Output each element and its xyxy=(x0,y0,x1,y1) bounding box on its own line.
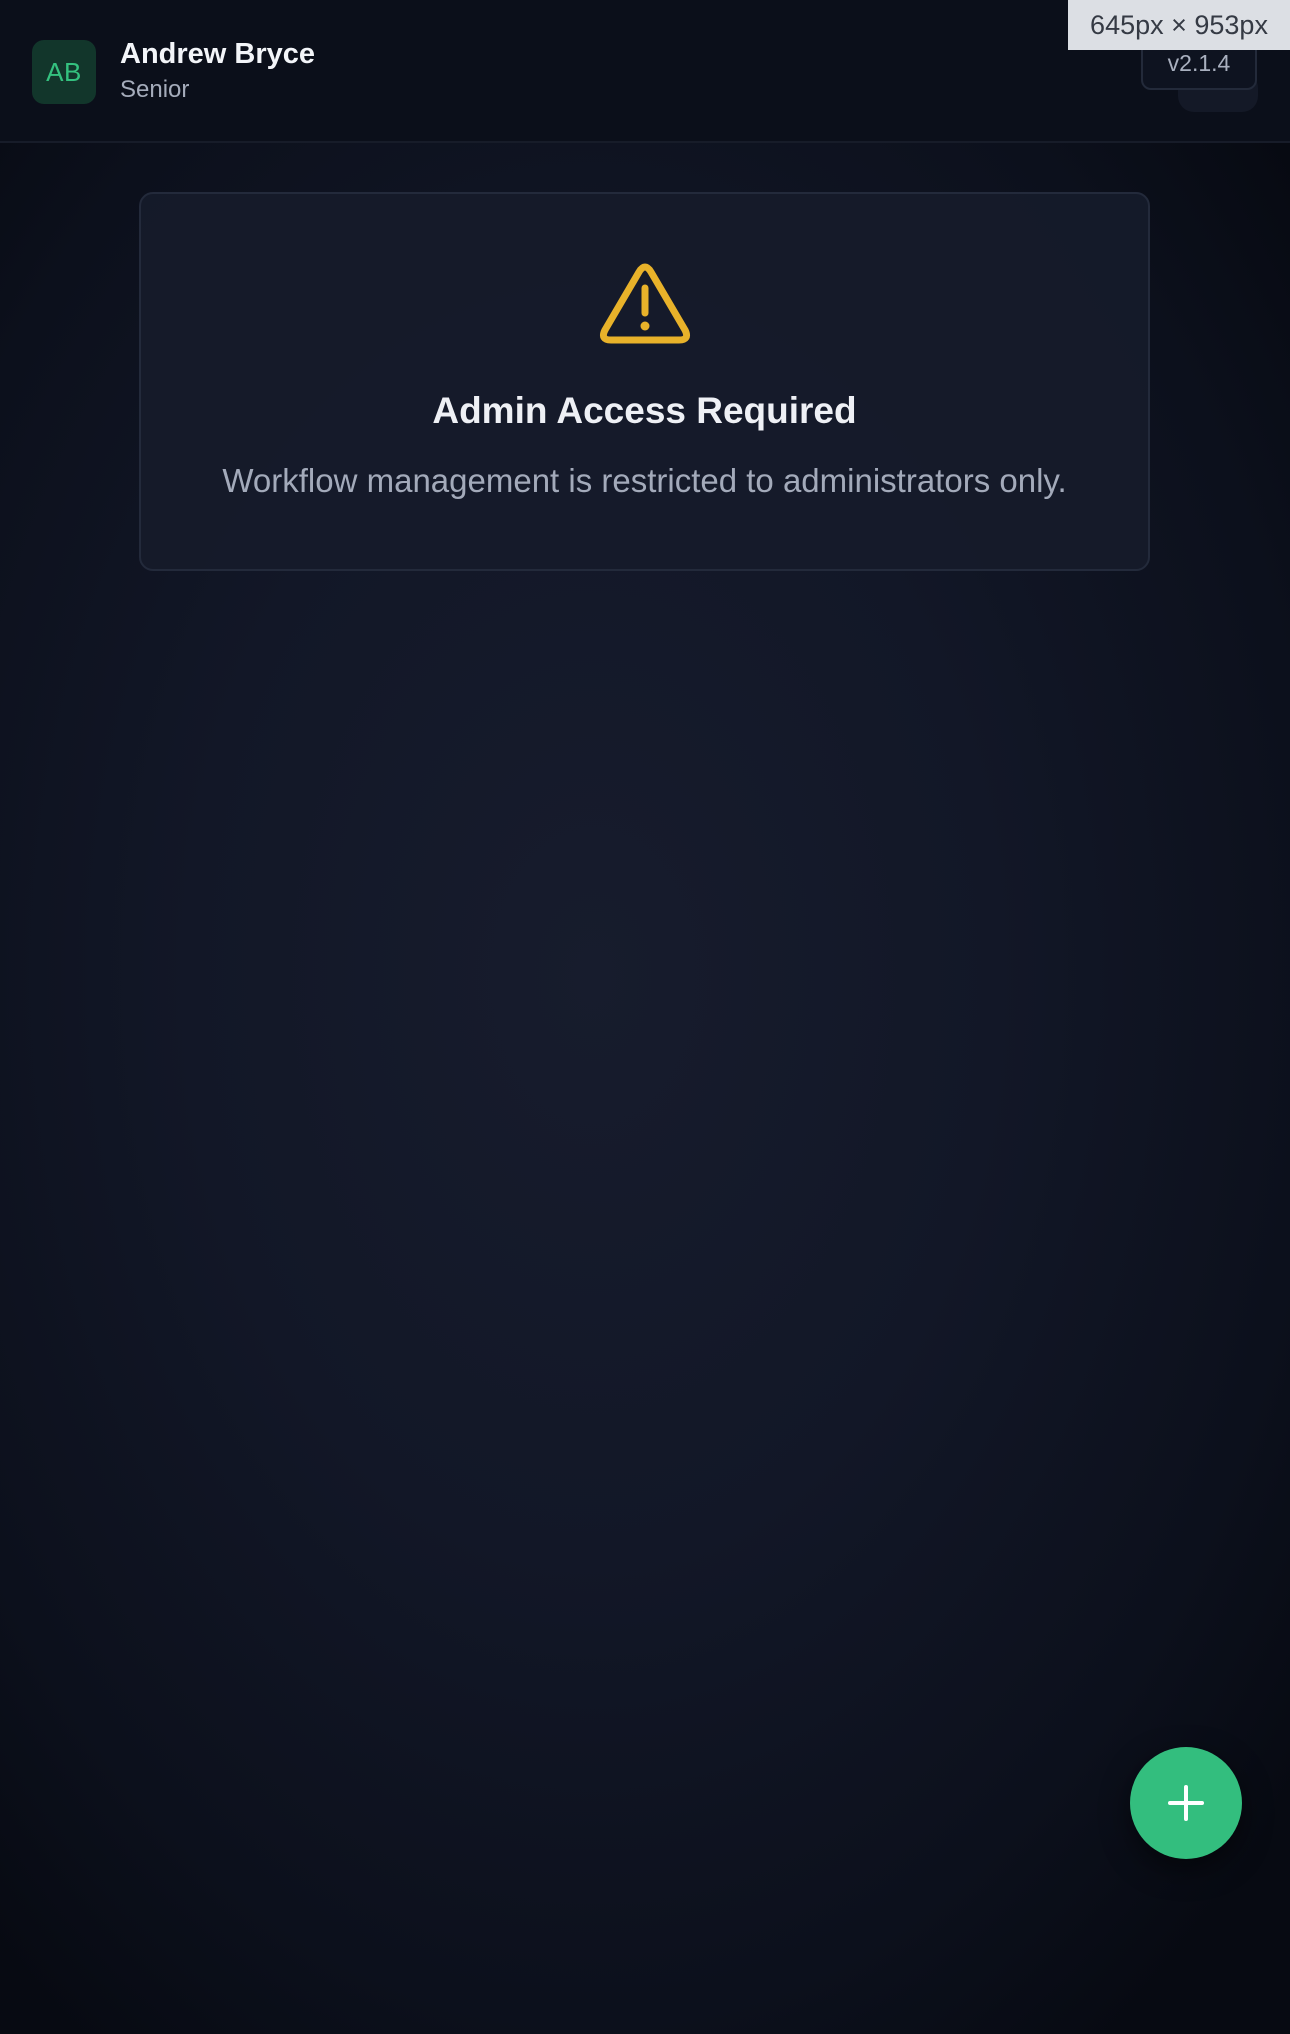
admin-access-notice: Admin Access Required Workflow managemen… xyxy=(139,192,1150,571)
notice-title: Admin Access Required xyxy=(432,390,857,431)
add-button[interactable] xyxy=(1130,1747,1242,1859)
user-role: Senior xyxy=(120,76,190,103)
viewport-size-indicator: 645px × 953px xyxy=(1068,0,1290,50)
warning-triangle-icon xyxy=(600,263,690,344)
avatar[interactable]: AB xyxy=(32,40,96,104)
notice-message: Workflow management is restricted to adm… xyxy=(222,462,1067,499)
plus-icon xyxy=(1168,1785,1204,1821)
user-name: Andrew Bryce xyxy=(120,38,316,70)
